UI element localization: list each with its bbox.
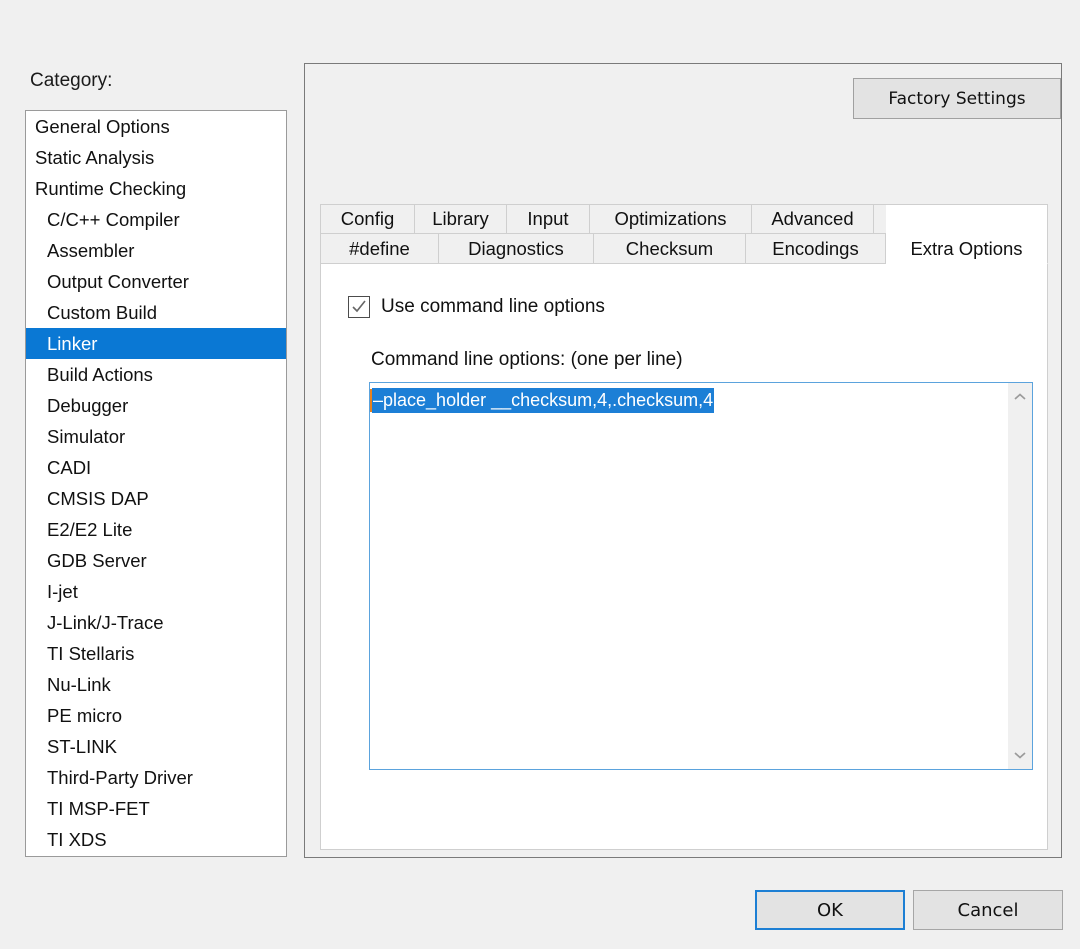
checkmark-icon [350,298,368,316]
chevron-up-icon[interactable] [1008,385,1032,409]
use-command-line-options-label: Use command line options [381,296,605,318]
factory-settings-button[interactable]: Factory Settings [853,78,1061,119]
checkbox-box [348,296,370,318]
tab-extra-options[interactable]: Extra Options [886,204,1048,264]
category-item[interactable]: TI XDS [26,824,286,855]
category-item[interactable]: TI MSP-FET [26,793,286,824]
category-item[interactable]: CADI [26,452,286,483]
tab-input[interactable]: Input [507,204,590,234]
category-item[interactable]: General Options [26,111,286,142]
command-line-options-textarea[interactable]: –place_holder __checksum,4,.checksum,4 [369,382,1033,770]
category-label: Category: [30,70,112,92]
category-item[interactable]: E2/E2 Lite [26,514,286,545]
command-line-options-value: –place_holder __checksum,4,.checksum,4 [372,388,714,413]
category-item[interactable]: TI Stellaris [26,638,286,669]
category-item[interactable]: Static Analysis [26,142,286,173]
tab-advanced[interactable]: Advanced [752,204,874,234]
tab-strip: ConfigLibraryInputOptimizationsAdvancedO… [320,204,1048,264]
category-item[interactable]: Debugger [26,390,286,421]
category-item[interactable]: CMSIS DAP [26,483,286,514]
textarea-line: –place_holder __checksum,4,.checksum,4 [370,388,1007,413]
command-line-options-label: Command line options: (one per line) [371,349,683,371]
category-item[interactable]: Third-Party Driver [26,762,286,793]
extra-options-page: Use command line options Command line op… [320,264,1048,850]
tab-checksum[interactable]: Checksum [594,234,746,264]
ok-button[interactable]: OK [755,890,905,930]
chevron-down-icon[interactable] [1008,743,1032,767]
category-item[interactable]: GDB Server [26,545,286,576]
category-item[interactable]: J-Link/J-Trace [26,607,286,638]
category-item[interactable]: C/C++ Compiler [26,204,286,235]
category-item[interactable]: Assembler [26,235,286,266]
textarea-scrollbar[interactable] [1007,383,1032,769]
tab-optimizations[interactable]: Optimizations [590,204,752,234]
category-item[interactable]: Simulator [26,421,286,452]
tab-diagnostics[interactable]: Diagnostics [439,234,594,264]
category-item[interactable]: Custom Build [26,297,286,328]
category-item[interactable]: PE micro [26,700,286,731]
category-item[interactable]: Build Actions [26,359,286,390]
use-command-line-options-checkbox[interactable]: Use command line options [348,296,605,318]
cancel-button[interactable]: Cancel [913,890,1063,930]
category-item[interactable]: Linker [26,328,286,359]
tab-config[interactable]: Config [320,204,415,234]
category-item[interactable]: Nu-Link [26,669,286,700]
category-item[interactable]: I-jet [26,576,286,607]
textarea-content[interactable]: –place_holder __checksum,4,.checksum,4 [370,383,1007,769]
tab-define[interactable]: #define [320,234,439,264]
tab-library[interactable]: Library [415,204,507,234]
tab-row-secondary: #defineDiagnosticsChecksumEncodingsExtra… [320,234,1048,264]
category-item[interactable]: Runtime Checking [26,173,286,204]
category-item[interactable]: ST-LINK [26,731,286,762]
tab-encodings[interactable]: Encodings [746,234,886,264]
category-item[interactable]: Output Converter [26,266,286,297]
category-list[interactable]: General OptionsStatic AnalysisRuntime Ch… [25,110,287,857]
